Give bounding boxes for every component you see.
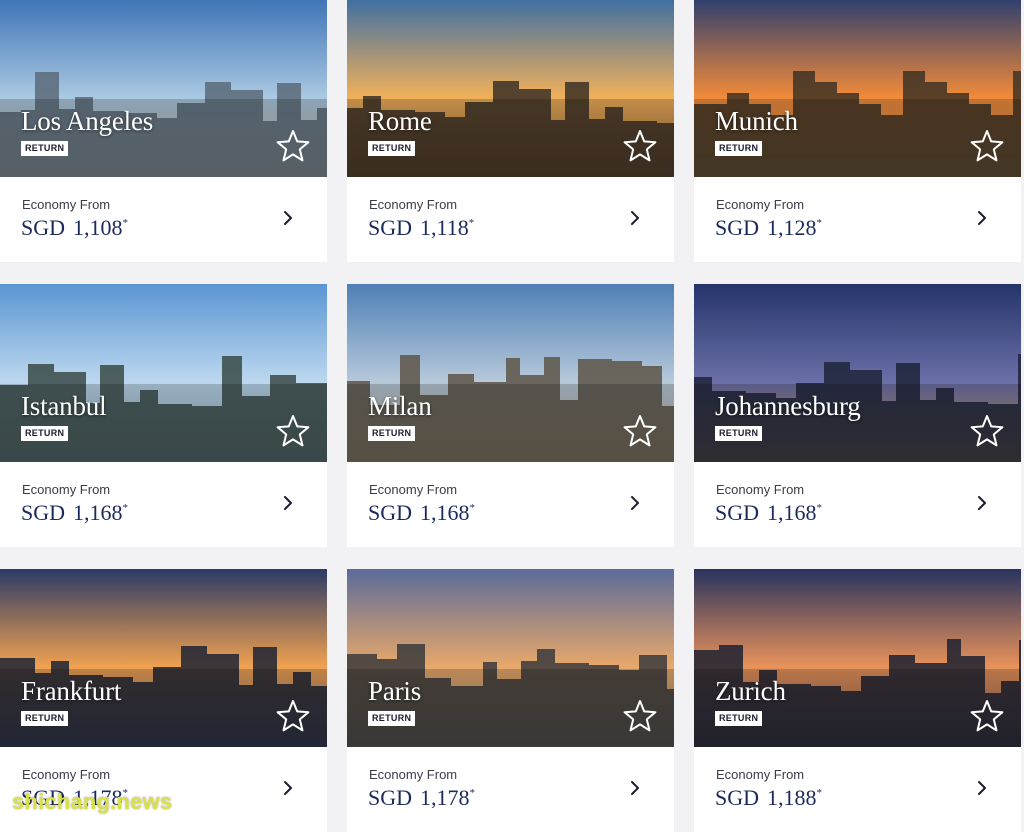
fare-price: SGD 1,168* [715,500,822,526]
destination-card[interactable]: Milan RETURN Economy From SGD 1,168* [347,284,674,547]
chevron-right-icon[interactable] [627,493,643,513]
destination-card[interactable]: Johannesburg RETURN Economy From SGD 1,16… [694,284,1021,547]
asterisk: * [469,502,476,514]
star-icon[interactable] [623,414,657,448]
economy-from-label: Economy From [22,767,111,782]
return-badge: RETURN [21,141,69,156]
fare-price: SGD 1,108* [21,215,128,241]
price-value: 1,118 [420,215,469,240]
asterisk: * [468,217,475,229]
fare-price: SGD 1,118* [368,215,474,241]
star-icon[interactable] [276,129,310,163]
chevron-right-icon[interactable] [974,208,990,228]
city-name: Los Angeles [21,106,154,136]
currency: SGD [21,215,66,240]
price-value: 1,128 [767,215,817,240]
return-badge: RETURN [368,711,416,726]
fare-info: Economy From SGD 1,178* [347,747,674,832]
fare-info: Economy From SGD 1,188* [694,747,1021,832]
star-icon[interactable] [276,699,310,733]
economy-from-label: Economy From [369,197,458,212]
city-name: Istanbul [21,391,107,421]
currency: SGD [715,215,760,240]
destination-card[interactable]: Rome RETURN Economy From SGD 1,118* [347,0,674,262]
asterisk: * [122,217,129,229]
economy-from-label: Economy From [716,767,805,782]
currency: SGD [21,500,66,525]
return-badge: RETURN [21,711,69,726]
asterisk: * [122,502,129,514]
chevron-right-icon[interactable] [627,778,643,798]
price-value: 1,168 [420,500,470,525]
fare-price: SGD 1,168* [368,500,475,526]
return-badge: RETURN [715,141,763,156]
economy-from-label: Economy From [22,482,111,497]
economy-from-label: Economy From [22,197,111,212]
destination-card[interactable]: Zurich RETURN Economy From SGD 1,188* [694,569,1021,832]
fare-price: SGD 1,128* [715,215,822,241]
return-badge: RETURN [368,141,416,156]
fare-info: Economy From SGD 1,168* [347,462,674,547]
destination-grid: Los Angeles RETURN Economy From SGD 1,108… [0,0,1024,832]
currency: SGD [368,215,413,240]
fare-price: SGD 1,178* [368,785,475,811]
chevron-right-icon[interactable] [280,778,296,798]
destination-card[interactable]: Los Angeles RETURN Economy From SGD 1,108… [0,0,327,262]
price-value: 1,168 [73,500,123,525]
price-value: 1,168 [767,500,817,525]
destination-card[interactable]: Istanbul RETURN Economy From SGD 1,168* [0,284,327,547]
fare-info: Economy From SGD 1,108* [0,177,327,262]
return-badge: RETURN [368,426,416,441]
economy-from-label: Economy From [716,197,805,212]
chevron-right-icon[interactable] [627,208,643,228]
city-name: Milan [368,391,432,421]
star-icon[interactable] [970,699,1004,733]
asterisk: * [816,217,823,229]
chevron-right-icon[interactable] [280,208,296,228]
asterisk: * [469,787,476,799]
fare-info: Economy From SGD 1,168* [694,462,1021,547]
price-value: 1,108 [73,215,123,240]
return-badge: RETURN [715,426,763,441]
chevron-right-icon[interactable] [974,778,990,798]
chevron-right-icon[interactable] [974,493,990,513]
chevron-right-icon[interactable] [280,493,296,513]
fare-info: Economy From SGD 1,118* [347,177,674,262]
watermark: shichang.news [12,789,173,814]
city-name: Johannesburg [715,391,861,421]
fare-info: Economy From SGD 1,168* [0,462,327,547]
star-icon[interactable] [970,414,1004,448]
asterisk: * [816,787,823,799]
star-icon[interactable] [623,699,657,733]
price-value: 1,188 [767,785,817,810]
fare-price: SGD 1,188* [715,785,822,811]
city-name: Frankfurt [21,676,122,706]
star-icon[interactable] [623,129,657,163]
city-name: Rome [368,106,432,136]
fare-info: Economy From SGD 1,128* [694,177,1021,262]
economy-from-label: Economy From [369,767,458,782]
currency: SGD [368,785,413,810]
currency: SGD [715,500,760,525]
currency: SGD [368,500,413,525]
fare-price: SGD 1,168* [21,500,128,526]
city-name: Paris [368,676,422,706]
destination-card[interactable]: Paris RETURN Economy From SGD 1,178* [347,569,674,832]
star-icon[interactable] [970,129,1004,163]
city-name: Zurich [715,676,786,706]
price-value: 1,178 [420,785,470,810]
asterisk: * [816,502,823,514]
currency: SGD [715,785,760,810]
destination-card[interactable]: Munich RETURN Economy From SGD 1,128* [694,0,1021,262]
city-name: Munich [715,106,798,136]
return-badge: RETURN [21,426,69,441]
economy-from-label: Economy From [369,482,458,497]
return-badge: RETURN [715,711,763,726]
economy-from-label: Economy From [716,482,805,497]
star-icon[interactable] [276,414,310,448]
